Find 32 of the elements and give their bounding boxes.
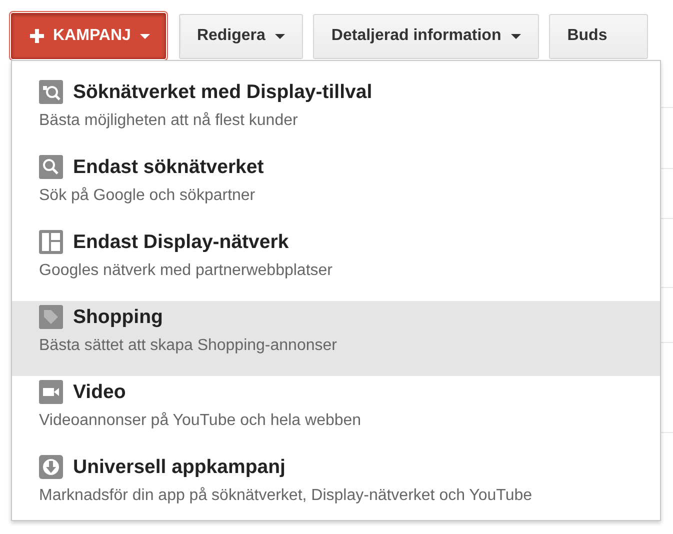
search-icon: [39, 80, 63, 104]
layout-icon: [39, 230, 63, 254]
new-campaign-button[interactable]: KAMPANJ: [11, 13, 166, 59]
menu-item-description: Bästa möjligheten att nå flest kunder: [39, 111, 299, 131]
menu-item-description: Marknadsför din app på söknätverket, Display-nätverket och YouTube: [39, 486, 534, 506]
menu-item-title: Video: [73, 380, 126, 405]
menu-item-description: Videoannonser på YouTube och hela webben: [39, 411, 362, 431]
dropdown-button[interactable]: Redigera: [178, 14, 304, 58]
menu-item-title: Universell appkampanj: [73, 455, 286, 480]
caret-icon: [140, 34, 150, 38]
menu-item-description: Sök på Google och sökpartner: [39, 186, 256, 206]
menu-item[interactable]: Shopping Bästa sättet att skapa Shopping-annonser: [12, 301, 660, 376]
dropdown-button[interactable]: Detaljerad information: [313, 14, 540, 58]
menu-item-title: Söknätverket med Display-tillval: [73, 80, 372, 105]
menu-item[interactable]: Endast söknätverket Sök på Google och sökpartner: [12, 151, 660, 226]
caret-icon: [511, 34, 522, 38]
menu-item-description: Googles nätverk med partnerwebbplatser: [39, 261, 334, 281]
tag-icon: [39, 305, 63, 329]
download-icon: [39, 455, 63, 479]
plus-icon: [30, 29, 44, 43]
menu-item-title: Endast Display-nätverk: [73, 230, 289, 255]
menu-item-description: Bästa sättet att skapa Shopping-annonser: [39, 336, 338, 356]
video-camera-icon: [39, 380, 63, 404]
caret-icon: [275, 34, 286, 38]
toolbar-button[interactable]: Buds: [549, 14, 648, 58]
menu-item[interactable]: Endast Display-nätverk Googles nätverk med partnerwebbplatser: [12, 226, 660, 301]
menu-item-title: Endast söknätverket: [73, 155, 264, 180]
menu-item[interactable]: Video Videoannonser på YouTube och hela webben: [12, 376, 660, 451]
menu-item[interactable]: Söknätverket med Display-tillval Bästa möjligheten att nå flest kunder: [12, 76, 660, 151]
menu-item-title: Shopping: [73, 305, 163, 330]
menu-item[interactable]: Universell appkampanj Marknadsför din app på söknätverket, Display-nätverket och YouTube: [12, 451, 660, 526]
search-icon: [39, 155, 63, 179]
